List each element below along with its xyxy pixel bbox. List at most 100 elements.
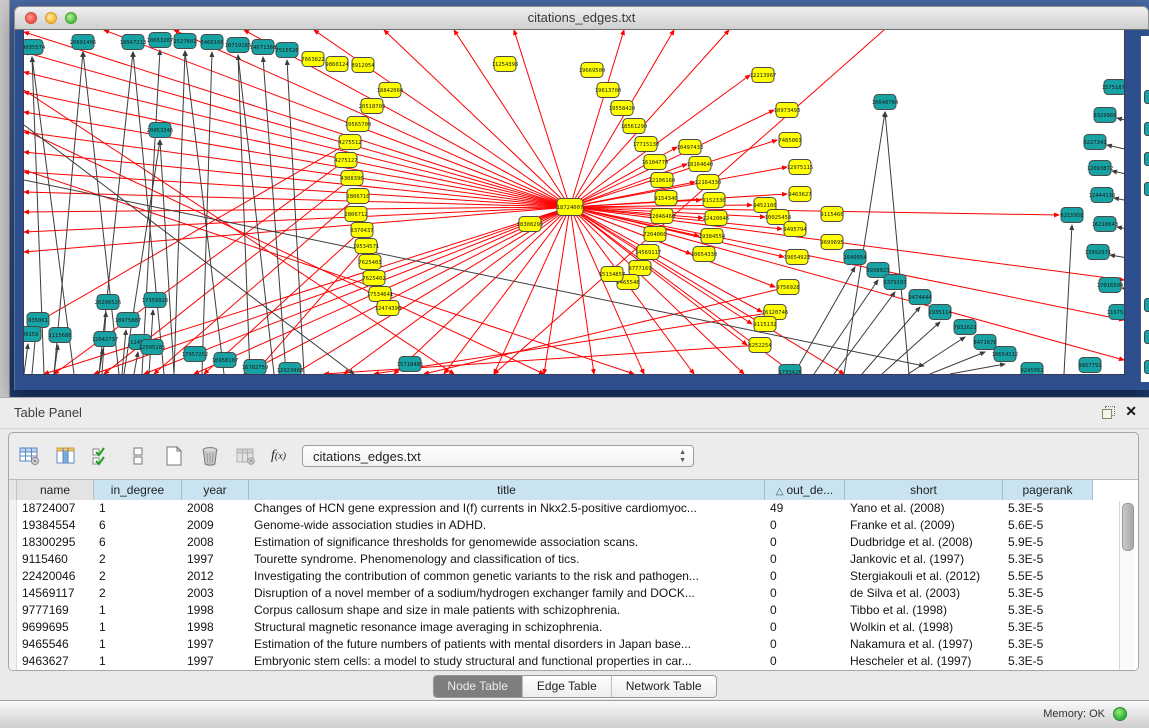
table-cell[interactable]: 0 bbox=[765, 551, 845, 568]
graph-node[interactable]: 18164640 bbox=[687, 157, 714, 172]
column-header-out_de[interactable]: △out_de... bbox=[765, 480, 845, 500]
table-row[interactable]: 1872400712008Changes of HCN gene express… bbox=[9, 500, 1138, 517]
graph-node[interactable]: 12923468 bbox=[277, 363, 304, 375]
close-window-icon[interactable] bbox=[25, 12, 37, 24]
graph-node[interactable]: 12213967 bbox=[750, 68, 777, 83]
graph-node[interactable]: 7485063 bbox=[778, 133, 801, 148]
graph-node[interactable]: 4308390 bbox=[340, 171, 363, 186]
table-row[interactable]: 1830029562008Estimation of significance … bbox=[9, 534, 1138, 551]
graph-node[interactable]: 1733426 bbox=[778, 365, 801, 375]
graph-node[interactable]: 9152330 bbox=[702, 193, 725, 208]
table-cell[interactable]: Estimation of significance thresholds fo… bbox=[249, 534, 765, 551]
table-cell[interactable]: 18300295 bbox=[17, 534, 94, 551]
graph-node[interactable]: 22420046 bbox=[703, 211, 730, 226]
graph-node[interactable]: 6379197 bbox=[883, 275, 906, 290]
column-header-pagerank[interactable]: pagerank bbox=[1003, 480, 1093, 500]
graph-node[interactable]: 7625403 bbox=[358, 255, 381, 270]
graph-node[interactable]: 16210643 bbox=[1092, 217, 1119, 232]
table-cell[interactable]: 5.3E-5 bbox=[1003, 500, 1093, 517]
table-cell[interactable]: 1 bbox=[94, 602, 182, 619]
graph-node[interactable]: 20206526 bbox=[95, 295, 122, 310]
graph-node[interactable]: 7832621 bbox=[953, 320, 976, 335]
table-cell[interactable]: 5.3E-5 bbox=[1003, 619, 1093, 636]
table-cell[interactable]: 2008 bbox=[182, 500, 249, 517]
table-cell[interactable]: 5.3E-5 bbox=[1003, 602, 1093, 619]
table-cell[interactable]: 18724007 bbox=[17, 500, 94, 517]
network-graph-canvas[interactable]: 1403557420691406189472131065328715276026… bbox=[23, 30, 1125, 375]
table-cell[interactable]: 0 bbox=[765, 534, 845, 551]
graph-node[interactable]: 10973493 bbox=[774, 103, 801, 118]
window-titlebar[interactable]: citations_edges.txt bbox=[14, 6, 1149, 30]
table-cell[interactable]: Genome-wide association studies in ADHD. bbox=[249, 517, 765, 534]
graph-node[interactable]: 19384554 bbox=[699, 229, 726, 244]
graph-node[interactable]: 20053346 bbox=[147, 123, 174, 138]
graph-node[interactable]: 17359928 bbox=[142, 293, 169, 308]
table-cell[interactable]: 2008 bbox=[182, 534, 249, 551]
graph-node[interactable]: 8471676 bbox=[973, 335, 996, 350]
table-cell[interactable]: Dudbridge et al. (2008) bbox=[845, 534, 1003, 551]
graph-node[interactable]: 19669500 bbox=[579, 63, 606, 78]
table-row[interactable]: 946362711997Embryonic stem cells: a mode… bbox=[9, 653, 1138, 670]
graph-node[interactable]: 10975887 bbox=[115, 313, 142, 328]
graph-node[interactable]: 12093872 bbox=[1087, 161, 1114, 176]
graph-node[interactable]: 18842060 bbox=[377, 83, 404, 98]
graph-node[interactable]: 18724007 bbox=[557, 199, 584, 216]
table-cell[interactable]: 2 bbox=[94, 585, 182, 602]
table-cell[interactable]: 5.3E-5 bbox=[1003, 636, 1093, 653]
graph-node[interactable]: 17016504 bbox=[1097, 278, 1124, 293]
graph-node[interactable]: 11254398 bbox=[492, 57, 519, 72]
tab-network-table[interactable]: Network Table bbox=[612, 676, 716, 697]
select-rows-icon[interactable] bbox=[91, 446, 113, 466]
table-cell[interactable]: Tourette syndrome. Phenomenology and cla… bbox=[249, 551, 765, 568]
table-cell[interactable]: 2 bbox=[94, 568, 182, 585]
table-cell[interactable]: 0 bbox=[765, 653, 845, 670]
graph-node[interactable]: 9495794 bbox=[783, 222, 807, 237]
graph-node[interactable]: 14035574 bbox=[24, 40, 46, 55]
table-cell[interactable]: 0 bbox=[765, 636, 845, 653]
graph-node[interactable]: 835061 bbox=[27, 313, 49, 328]
graph-node[interactable]: 13992971 bbox=[1085, 245, 1112, 260]
table-cell[interactable]: 9699695 bbox=[17, 619, 94, 636]
graph-node[interactable]: 15751874 bbox=[1102, 80, 1124, 95]
tab-edge-table[interactable]: Edge Table bbox=[523, 676, 612, 697]
graph-node[interactable]: 1640954 bbox=[843, 250, 867, 265]
delete-table-icon[interactable] bbox=[199, 446, 221, 466]
graph-node[interactable]: 9245052 bbox=[1020, 363, 1043, 375]
minimize-window-icon[interactable] bbox=[45, 12, 57, 24]
table-cell[interactable]: 1 bbox=[94, 619, 182, 636]
table-row[interactable]: 2242004622012Investigating the contribut… bbox=[9, 568, 1138, 585]
graph-node[interactable]: 15718485 bbox=[397, 357, 424, 372]
graph-node[interactable]: 9463627 bbox=[788, 187, 811, 202]
table-cell[interactable]: 9465546 bbox=[17, 636, 94, 653]
graph-node[interactable]: 17715130 bbox=[633, 137, 660, 152]
column-header-in_degree[interactable]: in_degree bbox=[94, 480, 182, 500]
table-cell[interactable]: Wolkin et al. (1998) bbox=[845, 619, 1003, 636]
table-cell[interactable]: 1998 bbox=[182, 602, 249, 619]
graph-node[interactable]: 18947213 bbox=[120, 35, 147, 50]
table-cell[interactable]: 1997 bbox=[182, 551, 249, 568]
graph-node[interactable]: 9154340 bbox=[654, 191, 677, 206]
graph-node[interactable]: 9115132 bbox=[753, 317, 776, 332]
table-selector-dropdown[interactable]: citations_edges.txt ▲▼ bbox=[302, 445, 694, 467]
graph-node[interactable]: 17957252 bbox=[182, 347, 209, 362]
table-scrollbar[interactable] bbox=[1119, 501, 1135, 670]
graph-node[interactable]: 2935114 bbox=[928, 305, 952, 320]
graph-node[interactable]: 9777169 bbox=[628, 261, 651, 276]
table-cell[interactable]: 22420046 bbox=[17, 568, 94, 585]
table-cell[interactable]: 6 bbox=[94, 534, 182, 551]
table-cell[interactable]: 9463627 bbox=[17, 653, 94, 670]
table-row[interactable]: 1456911722003Disruption of a novel membe… bbox=[9, 585, 1138, 602]
table-cell[interactable]: 14569117 bbox=[17, 585, 94, 602]
column-header-name[interactable]: name bbox=[17, 480, 94, 500]
graph-node[interactable]: 19654923 bbox=[784, 250, 811, 265]
graph-node[interactable]: 10653287 bbox=[147, 33, 174, 48]
table-cell[interactable]: 5.6E-5 bbox=[1003, 517, 1093, 534]
graph-node[interactable]: 9756928 bbox=[776, 280, 799, 295]
table-cell[interactable]: 5.9E-5 bbox=[1003, 534, 1093, 551]
graph-node[interactable]: 20691406 bbox=[70, 35, 97, 50]
table-cell[interactable]: 2012 bbox=[182, 568, 249, 585]
table-cell[interactable]: Corpus callosum shape and size in male p… bbox=[249, 602, 765, 619]
table-cell[interactable]: Yano et al. (2008) bbox=[845, 500, 1003, 517]
graph-node[interactable]: 12444138 bbox=[1089, 188, 1116, 203]
table-cell[interactable]: 2 bbox=[94, 551, 182, 568]
